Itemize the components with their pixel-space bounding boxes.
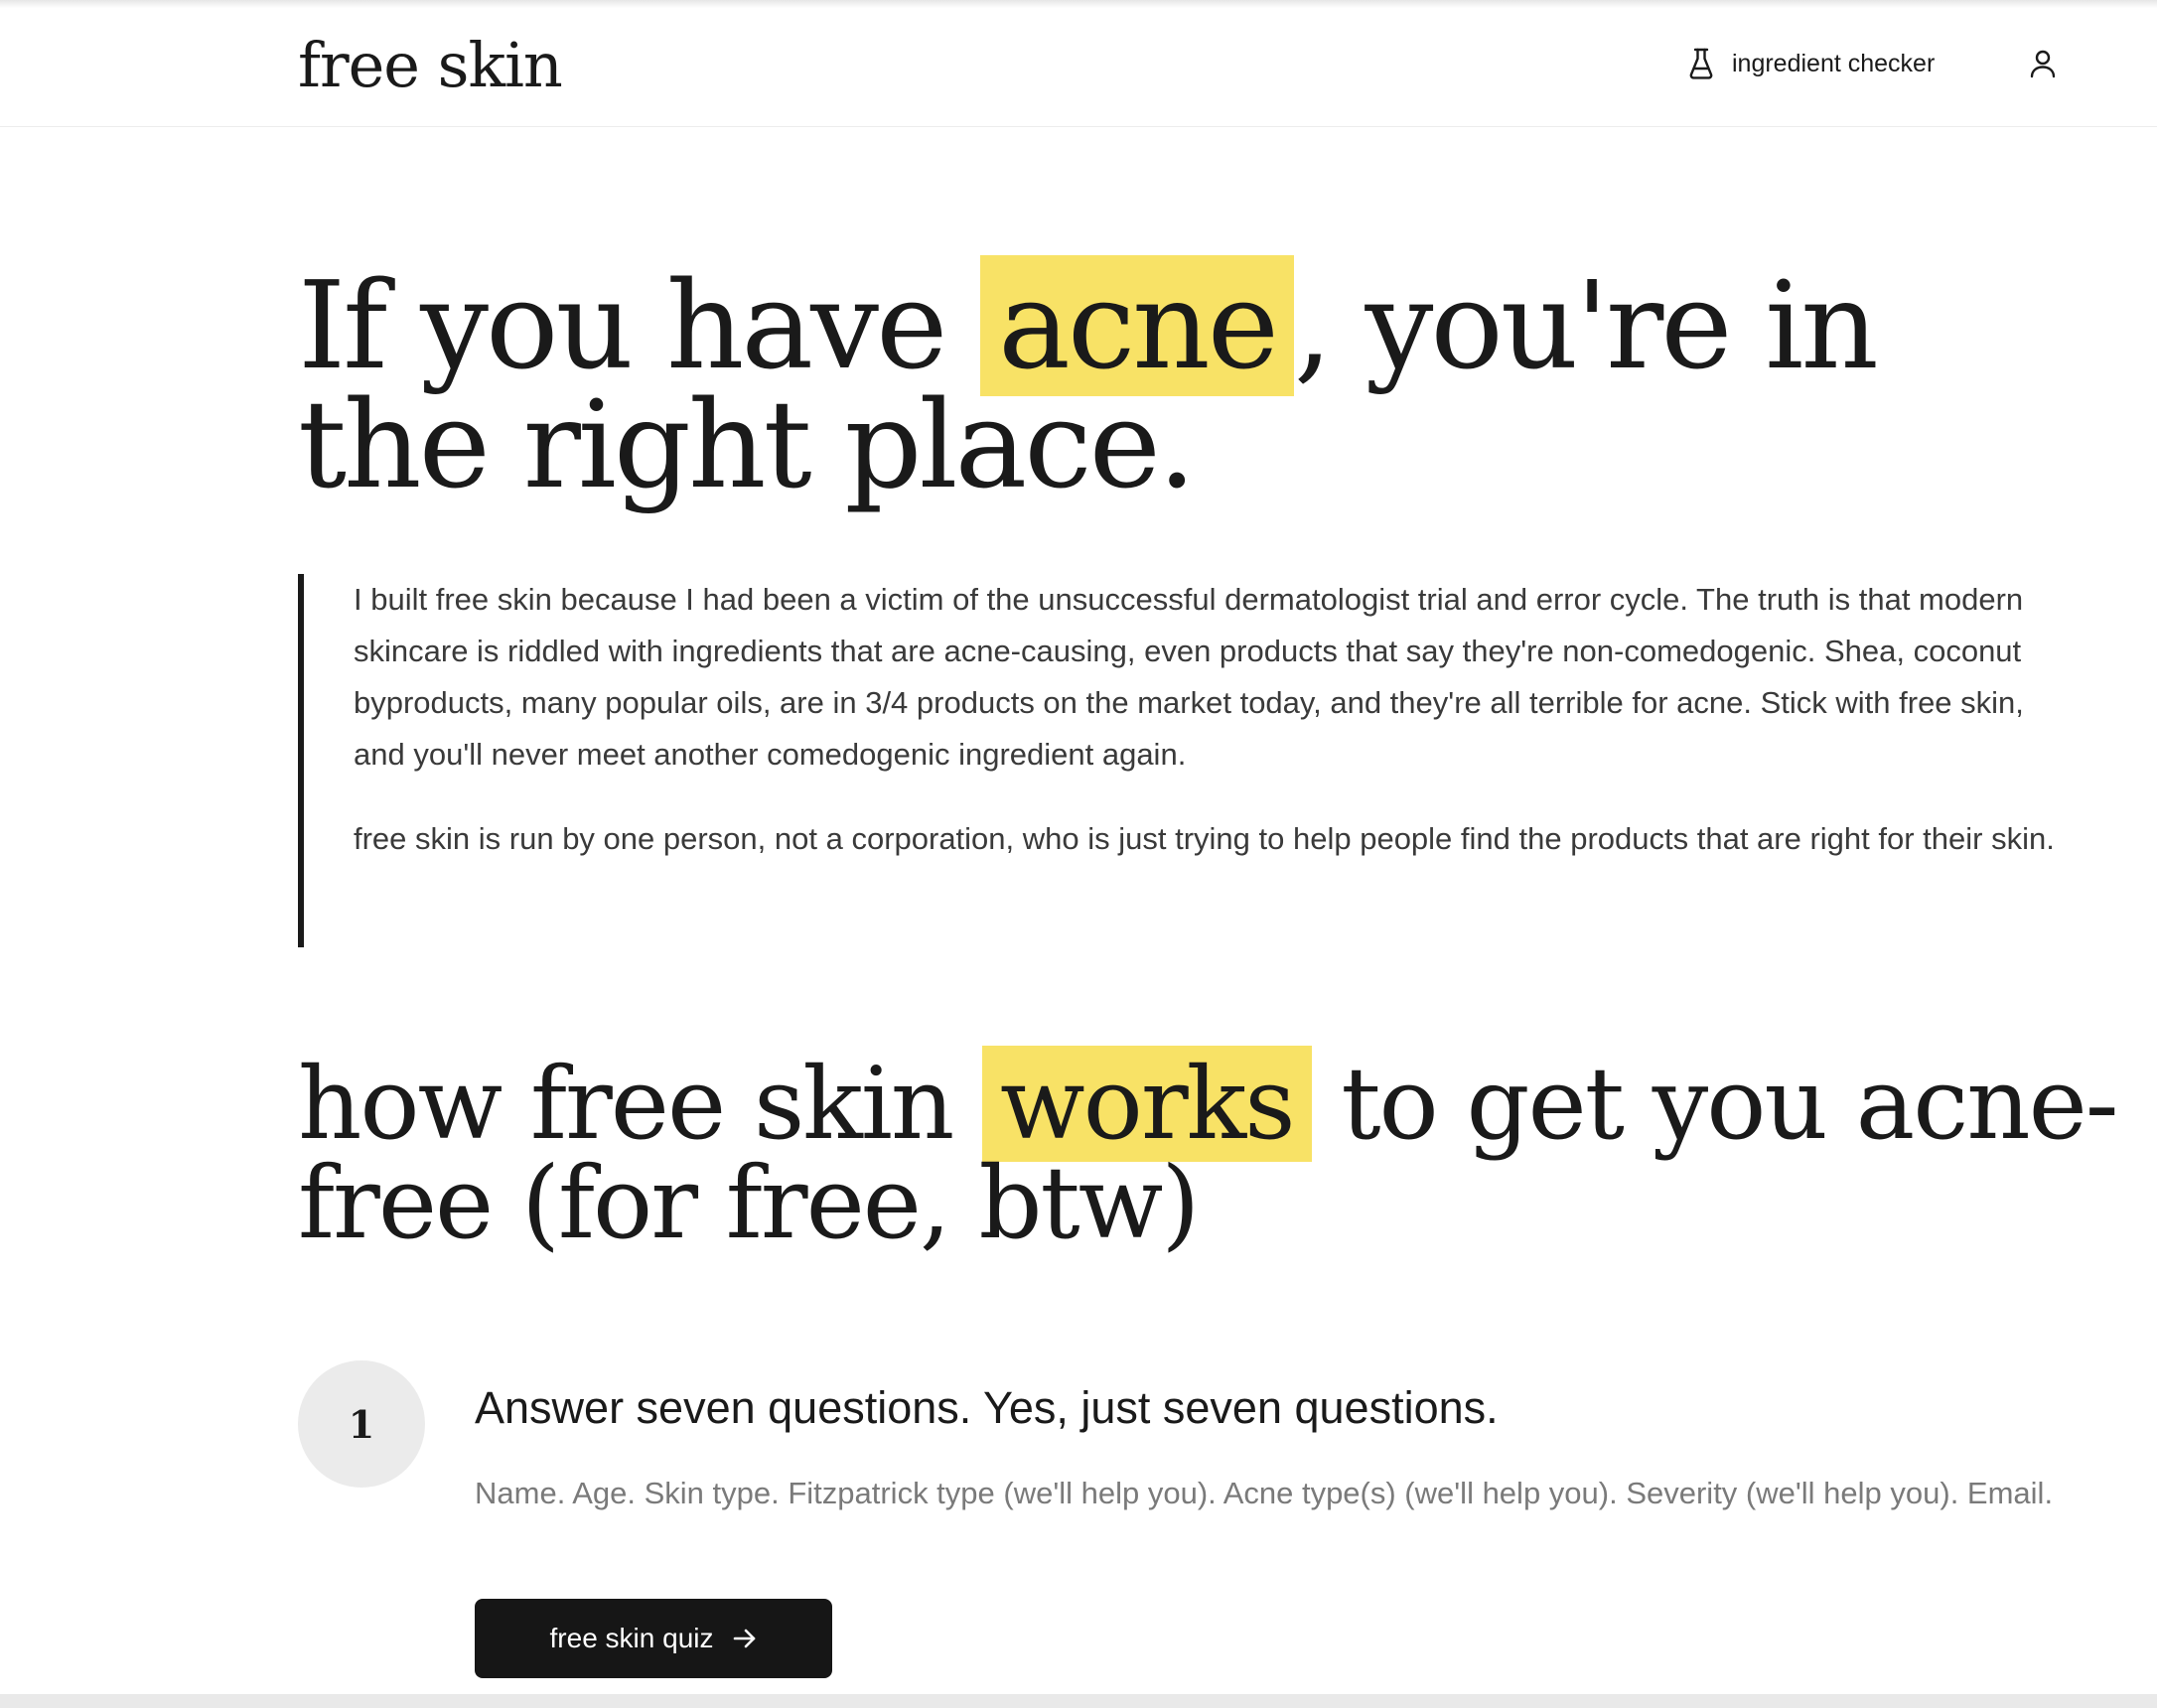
hero-heading: If you have acne, you're in the right pl… [298,255,2085,505]
window-bottom-edge [0,1694,2157,1708]
user-icon [2030,50,2056,78]
quiz-button-label: free skin quiz [549,1623,714,1653]
site-logo[interactable]: free skin [298,26,563,105]
founder-quote-paragraph-2: free skin is run by one person, not a co… [354,821,2055,856]
free-skin-quiz-button[interactable]: free skin quiz [475,1599,832,1678]
account-button[interactable] [2026,44,2060,83]
nav-ingredient-checker-label: ingredient checker [1732,49,1936,77]
arrow-right-icon [734,1629,756,1648]
founder-quote-paragraph-1: I built free skin because I had been a v… [354,582,2024,772]
step-title: Answer seven questions. Yes, just seven … [475,1382,1499,1433]
step-description: Name. Age. Skin type. Fitzpatrick type (… [475,1476,2054,1510]
step-number-badge: 1 [298,1360,425,1488]
how-it-works-heading: how free skin works to get you acne-free… [298,1046,2125,1253]
nav-ingredient-checker-link[interactable]: ingredient checker [1688,44,1935,83]
founder-quote: I built free skin because I had been a v… [298,574,2066,947]
site-header: free skin ingredient checker [0,0,2157,127]
flask-icon [1689,48,1713,79]
